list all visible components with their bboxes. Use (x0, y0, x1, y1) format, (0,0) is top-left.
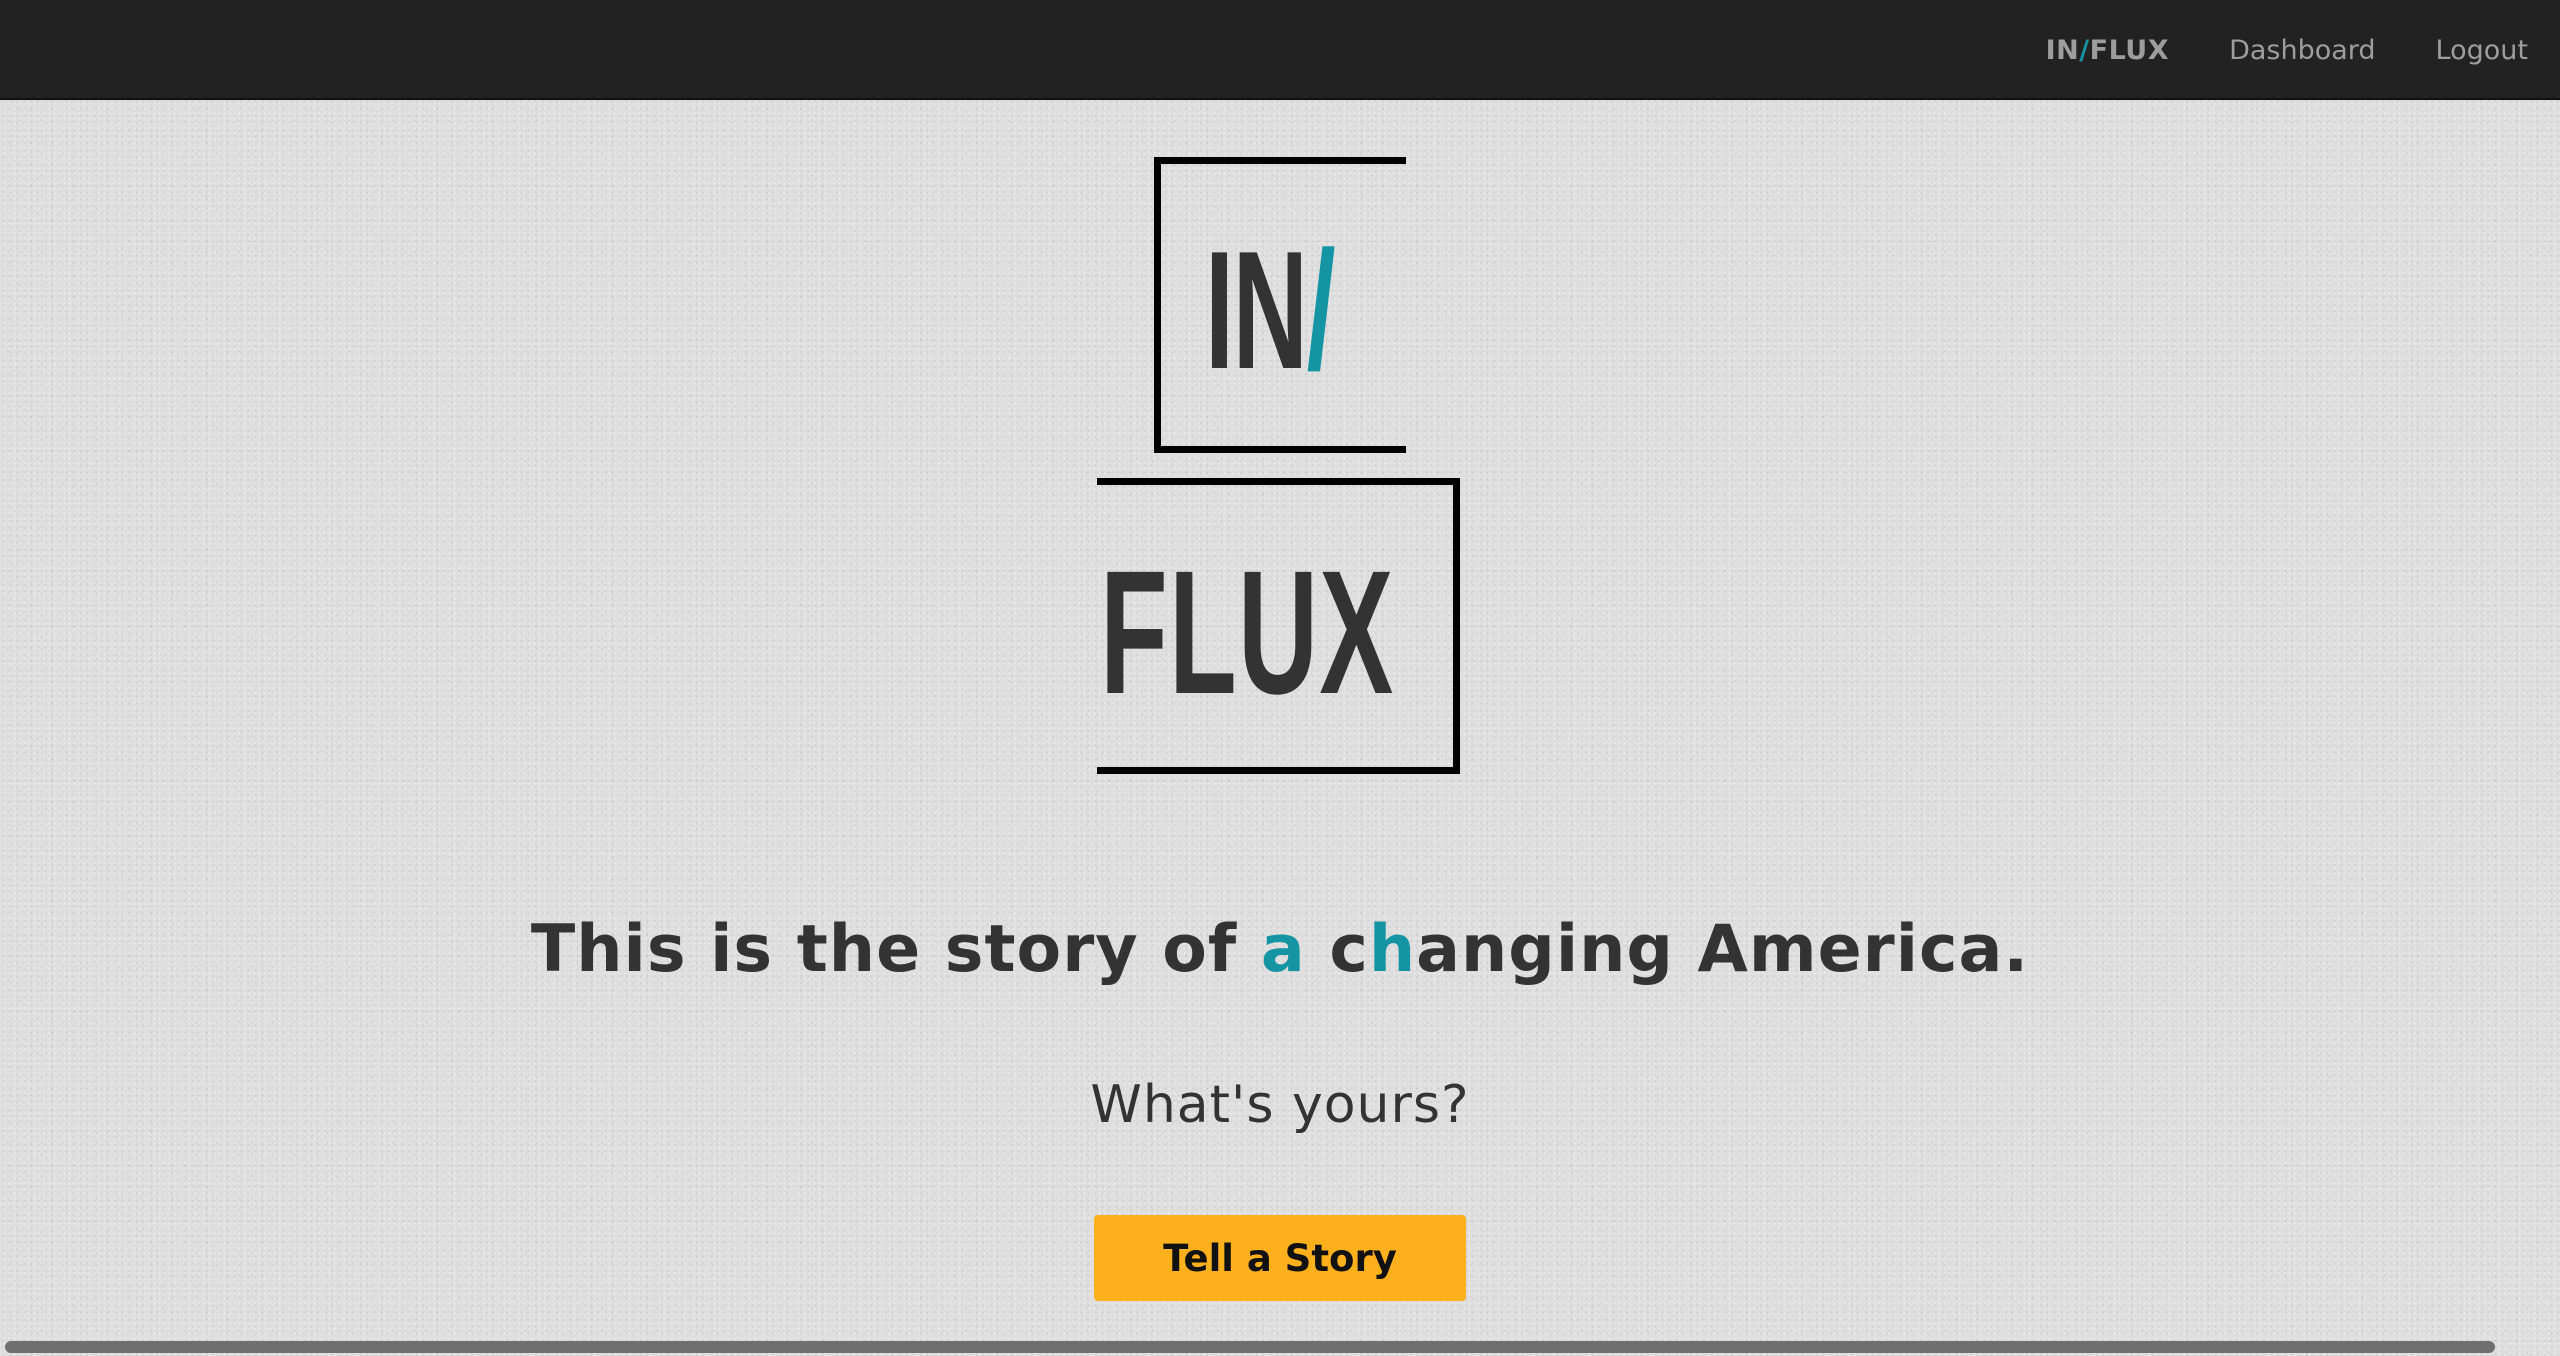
logo-slash: / (1306, 216, 1336, 404)
logo-word-flux: FLUX (1100, 535, 1395, 731)
tagline-accent-2: h (1368, 912, 1417, 987)
logo-word-in: IN/ (1205, 226, 1336, 394)
influx-logo: IN/ FLUX (0, 0, 2560, 800)
tell-a-story-button[interactable]: Tell a Story (1094, 1215, 1466, 1301)
hero-tagline: This is the story of a changing America. (0, 912, 2560, 987)
tagline-accent-1: a (1260, 912, 1306, 987)
scrollbar-thumb[interactable] (5, 1341, 2495, 1353)
logo-in-text: IN (1205, 216, 1308, 404)
tagline-part-1: This is the story of (530, 912, 1261, 987)
hero-subline: What's yours? (1090, 1075, 1470, 1135)
horizontal-scrollbar[interactable] (0, 1337, 2560, 1356)
tagline-part-2: c (1305, 912, 1369, 987)
tagline-part-3: anging America. (1416, 912, 2030, 987)
